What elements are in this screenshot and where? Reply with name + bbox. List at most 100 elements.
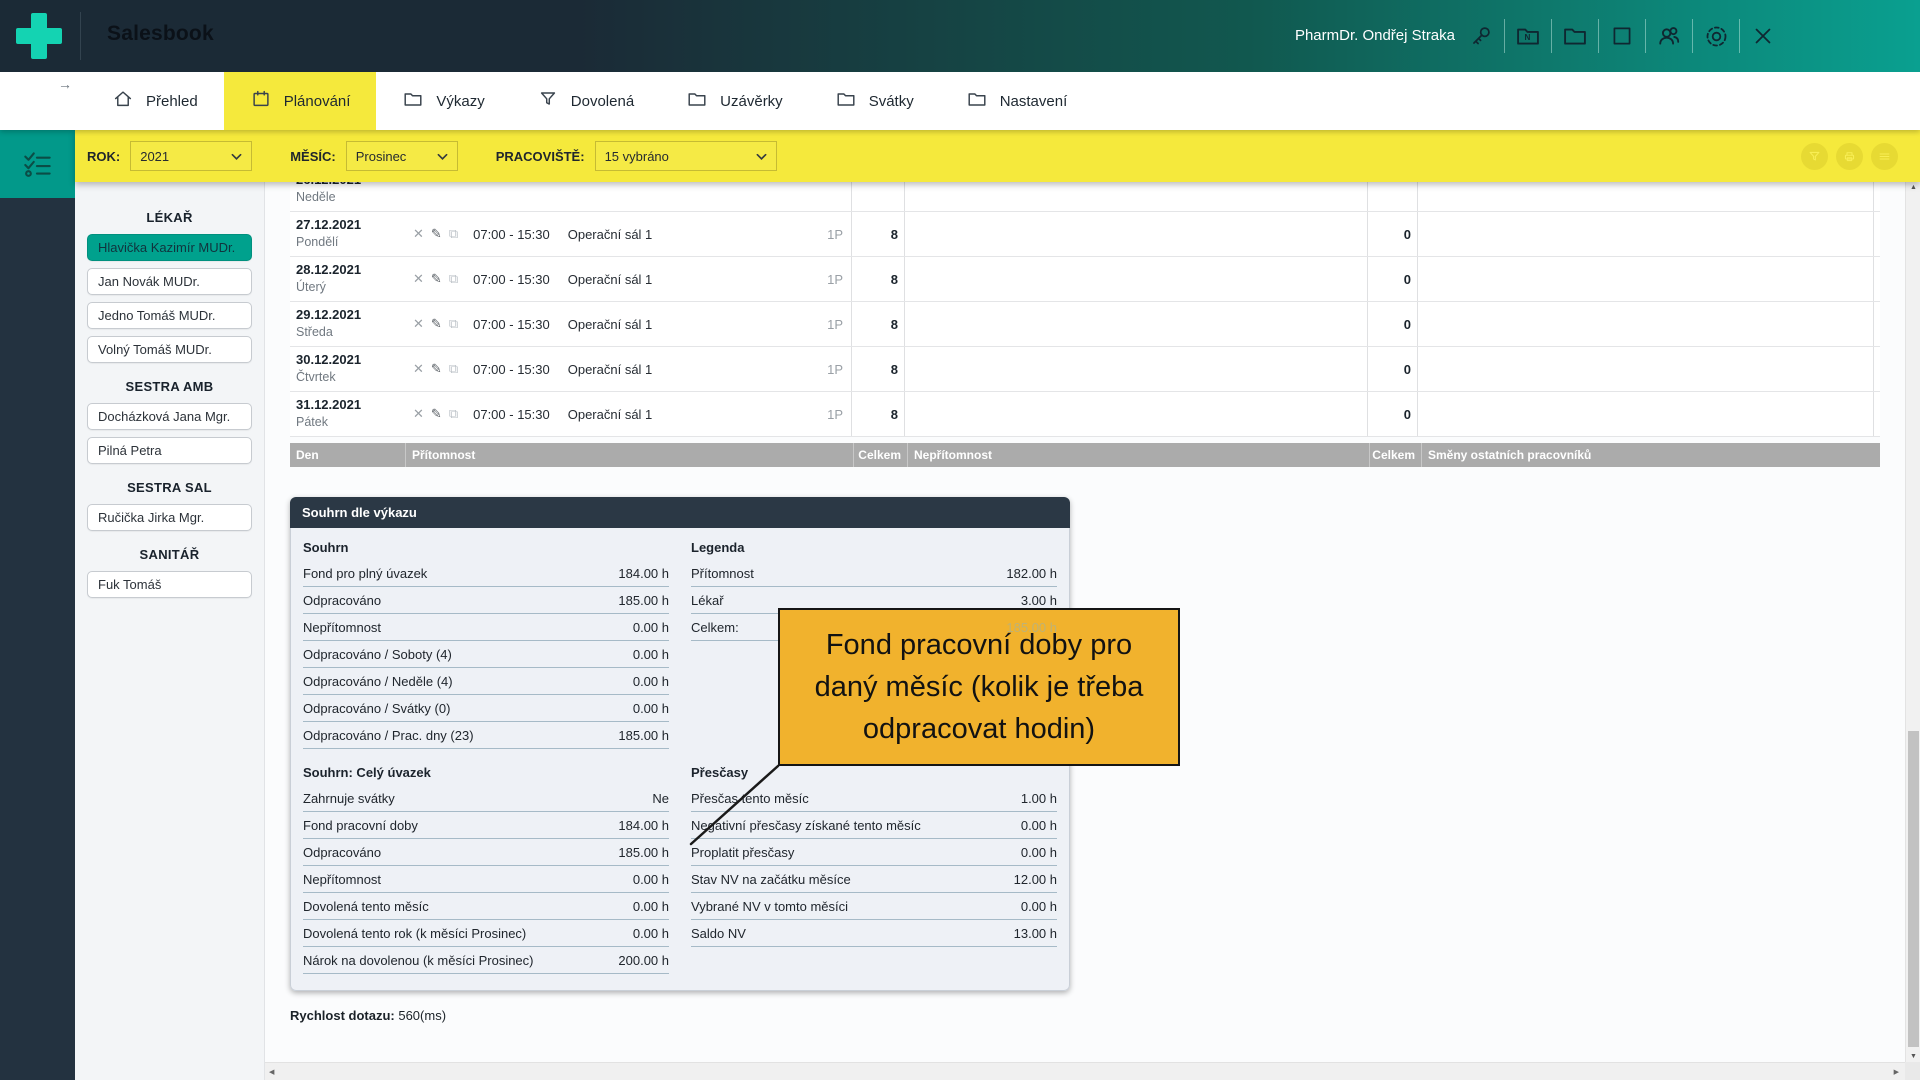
summary-row: Nepřítomnost0.00 h	[303, 866, 669, 893]
tab-planovani[interactable]: Plánování	[224, 72, 377, 130]
users-icon[interactable]	[1650, 17, 1688, 55]
summary-row: Odpracováno / Svátky (0)0.00 h	[303, 695, 669, 722]
folder-icon[interactable]	[1556, 17, 1594, 55]
present-total: 8	[852, 302, 905, 346]
present-total: 8	[852, 392, 905, 436]
print-icon[interactable]	[1836, 143, 1863, 170]
main-content: 26.12.2021 Neděle 27.12.2021 Pondělí ✕ ✎ ⧉…	[265, 182, 1905, 1062]
icon-separator	[1504, 19, 1505, 53]
staff-item[interactable]: Docházková Jana Mgr.	[87, 403, 252, 430]
status-label: Rychlost dotazu:	[290, 1008, 395, 1023]
footer-col-den: Den	[290, 443, 405, 467]
collapse-arrow-icon[interactable]: →	[58, 76, 72, 92]
delete-shift-icon[interactable]: ✕	[413, 406, 424, 422]
header-divider	[80, 12, 81, 60]
section-title: Souhrn	[303, 540, 669, 558]
scroll-left-icon[interactable]: ◀	[269, 1068, 274, 1076]
edit-shift-icon[interactable]: ✎	[431, 316, 442, 332]
edit-shift-icon[interactable]: ✎	[431, 361, 442, 377]
shift-tag: 1P	[827, 407, 843, 422]
summary-row: Odpracováno185.00 h	[303, 839, 669, 866]
tab-vykazy[interactable]: Výkazy	[376, 72, 510, 130]
summary-row: Stav NV na začátku měsíce12.00 h	[691, 866, 1057, 893]
staff-item[interactable]: Fuk Tomáš	[87, 571, 252, 598]
edit-shift-icon[interactable]: ✎	[431, 406, 442, 422]
staff-item[interactable]: Jan Novák MUDr.	[87, 268, 252, 295]
present-total: 8	[852, 347, 905, 391]
calendar-icon	[250, 88, 272, 114]
copy-shift-icon[interactable]: ⧉	[449, 226, 458, 242]
staff-item[interactable]: Pilná Petra	[87, 437, 252, 464]
user-name[interactable]: PharmDr. Ondřej Straka	[1140, 27, 1455, 44]
app-logo-plus-icon[interactable]	[16, 13, 62, 59]
scrollbar-corner	[1905, 1062, 1920, 1080]
shift-tag: 1P	[827, 272, 843, 287]
pracoviste-select[interactable]: 15 vybráno	[595, 141, 777, 171]
row-weekday: Neděle	[296, 190, 405, 204]
annotation-arrow	[665, 752, 795, 862]
copy-shift-icon[interactable]: ⧉	[449, 406, 458, 422]
checklist-icon[interactable]	[0, 130, 75, 198]
tab-svatky[interactable]: Svátky	[809, 72, 940, 130]
row-weekday: Pondělí	[296, 235, 405, 249]
scroll-right-icon[interactable]: ▶	[1894, 1068, 1899, 1076]
key-icon[interactable]	[1462, 17, 1500, 55]
tab-uzaverky[interactable]: Uzávěrky	[660, 72, 809, 130]
folder-icon	[966, 88, 988, 114]
edit-shift-icon[interactable]: ✎	[431, 226, 442, 242]
row-date: 28.12.2021	[296, 262, 405, 277]
group-title-sestra-sal: SESTRA SAL	[75, 480, 264, 495]
summary-row: Dovolená tento měsíc0.00 h	[303, 893, 669, 920]
row-date: 26.12.2021	[296, 182, 405, 187]
summary-row: Odpracováno / Neděle (4)0.00 h	[303, 668, 669, 695]
tab-nastaveni[interactable]: Nastavení	[940, 72, 1094, 130]
shift-location: Operační sál 1	[568, 362, 653, 377]
horizontal-scrollbar[interactable]: ◀ ▶	[265, 1062, 1905, 1080]
staff-item[interactable]: Volný Tomáš MUDr.	[87, 336, 252, 363]
schedule-table: 26.12.2021 Neděle 27.12.2021 Pondělí ✕ ✎ ⧉…	[290, 182, 1880, 437]
icon-separator	[1739, 19, 1740, 53]
row-date: 27.12.2021	[296, 217, 405, 232]
copy-shift-icon[interactable]: ⧉	[449, 271, 458, 287]
delete-shift-icon[interactable]: ✕	[413, 226, 424, 242]
table-row: 31.12.2021 Pátek ✕✎⧉ 07:00 - 15:30 Opera…	[290, 392, 1880, 437]
summary-row: Dovolená tento rok (k měsíci Prosinec)0.…	[303, 920, 669, 947]
folder-icon	[686, 88, 708, 114]
app-window: Salesbook PharmDr. Ondřej Straka N	[0, 0, 1920, 1080]
copy-shift-icon[interactable]: ⧉	[449, 316, 458, 332]
edit-shift-icon[interactable]: ✎	[431, 271, 442, 287]
close-icon[interactable]	[1744, 17, 1782, 55]
scroll-up-icon[interactable]: ▲	[1906, 184, 1920, 191]
scroll-down-icon[interactable]: ▼	[1906, 1053, 1920, 1060]
delete-shift-icon[interactable]: ✕	[413, 271, 424, 287]
delete-shift-icon[interactable]: ✕	[413, 361, 424, 377]
square-icon[interactable]	[1603, 17, 1641, 55]
copy-shift-icon[interactable]: ⧉	[449, 361, 458, 377]
filter-icon[interactable]	[1801, 143, 1828, 170]
menu-icon[interactable]	[1871, 143, 1898, 170]
shift-location: Operační sál 1	[568, 272, 653, 287]
folder-n-icon[interactable]: N	[1509, 17, 1547, 55]
vertical-scroll-thumb[interactable]	[1908, 731, 1919, 1047]
header-icon-bar: N	[1462, 0, 1782, 72]
funnel-icon	[537, 88, 559, 114]
app-header: Salesbook PharmDr. Ondřej Straka N	[0, 0, 1920, 72]
tab-dovolena[interactable]: Dovolená	[511, 72, 660, 130]
section-souhrn: Souhrn Fond pro plný úvazek184.00 h Odpr…	[303, 540, 669, 749]
settings-icon[interactable]	[1697, 17, 1735, 55]
delete-shift-icon[interactable]: ✕	[413, 316, 424, 332]
mesic-select[interactable]: Prosinec	[346, 141, 458, 171]
summary-row: Nepřítomnost0.00 h	[303, 614, 669, 641]
tab-label: Dovolená	[571, 93, 634, 110]
absent-total: 0	[1367, 257, 1418, 301]
staff-item[interactable]: Jedno Tomáš MUDr.	[87, 302, 252, 329]
rok-select[interactable]: 2021	[130, 141, 252, 171]
vertical-scrollbar[interactable]: ▲ ▼	[1905, 182, 1920, 1062]
summary-row: Odpracováno / Soboty (4)0.00 h	[303, 641, 669, 668]
shift-tag: 1P	[827, 227, 843, 242]
staff-item[interactable]: Ručička Jirka Mgr.	[87, 504, 252, 531]
footer-col-smeny: Směny ostatních pracovníků	[1421, 443, 1876, 467]
tab-prehled[interactable]: Přehled	[86, 72, 224, 130]
rok-label: ROK:	[87, 149, 120, 164]
staff-item[interactable]: Hlavička Kazimír MUDr.	[87, 234, 252, 261]
